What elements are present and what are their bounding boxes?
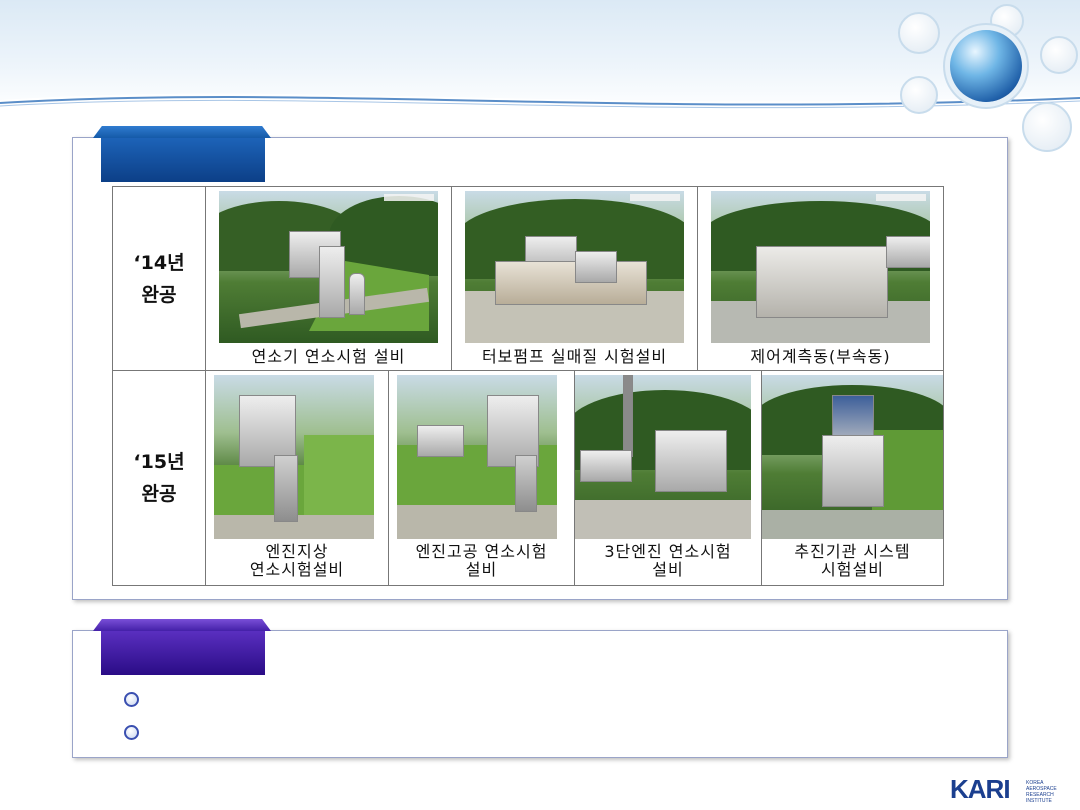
year-label: ‘15년 — [133, 451, 185, 473]
year-cell: ‘14년 완공 — [113, 187, 206, 370]
facility-caption: 3단엔진 연소시험 설비 — [604, 542, 732, 579]
facility-photo — [465, 191, 684, 343]
facility-photo — [214, 375, 374, 539]
spacecraft-icon — [1040, 36, 1078, 74]
facility-photo — [397, 375, 557, 539]
status-label: 완공 — [141, 283, 177, 306]
satellite-icon — [900, 76, 938, 114]
facility-caption: 엔진고공 연소시험 설비 — [415, 542, 548, 579]
rocket-icon — [1022, 102, 1072, 152]
facility-cell: 제어계측동(부속동) — [698, 187, 943, 370]
section-tab-facilities — [93, 126, 271, 182]
year-label: ‘14년 — [133, 251, 185, 274]
bullet-icon — [124, 725, 139, 740]
facility-photo — [711, 191, 930, 343]
status-label: 완공 — [141, 483, 177, 505]
facility-cell: 3단엔진 연소시험 설비 — [575, 371, 762, 585]
facility-cell: 엔진고공 연소시험 설비 — [389, 371, 575, 585]
table-row: ‘14년 완공 연소기 연소시험 설비 터보펌프 실매질 시험설비 제어계측동(… — [113, 187, 943, 371]
year-cell: ‘15년 완공 — [113, 371, 206, 585]
facility-caption: 엔진지상 연소시험설비 — [249, 542, 345, 579]
facility-cell: 연소기 연소시험 설비 — [206, 187, 452, 370]
facility-caption: 연소기 연소시험 설비 — [251, 347, 406, 366]
facility-caption: 추진기관 시스템 시험설비 — [794, 542, 911, 579]
facility-photo — [219, 191, 438, 343]
section-tab-notes — [93, 619, 271, 675]
facility-caption: 제어계측동(부속동) — [750, 347, 891, 366]
facility-cell: 엔진지상 연소시험설비 — [206, 371, 389, 585]
table-row: ‘15년 완공 엔진지상 연소시험설비 엔진고공 연소시험 설비 3단엔진 연소… — [113, 371, 943, 585]
facility-photo — [575, 375, 751, 539]
kari-logo: KARI KOREA AEROSPACE RESEARCH INSTITUTE — [950, 774, 1057, 804]
facility-photo — [762, 375, 943, 539]
facility-cell: 추진기관 시스템 시험설비 — [762, 371, 943, 585]
globe-icon — [950, 30, 1022, 102]
airplane-icon — [898, 12, 940, 54]
bullet-icon — [124, 692, 139, 707]
facility-table: ‘14년 완공 연소기 연소시험 설비 터보펌프 실매질 시험설비 제어계측동(… — [112, 186, 944, 586]
facility-cell: 터보펌프 실매질 시험설비 — [452, 187, 698, 370]
facility-caption: 터보펌프 실매질 시험설비 — [481, 347, 668, 366]
